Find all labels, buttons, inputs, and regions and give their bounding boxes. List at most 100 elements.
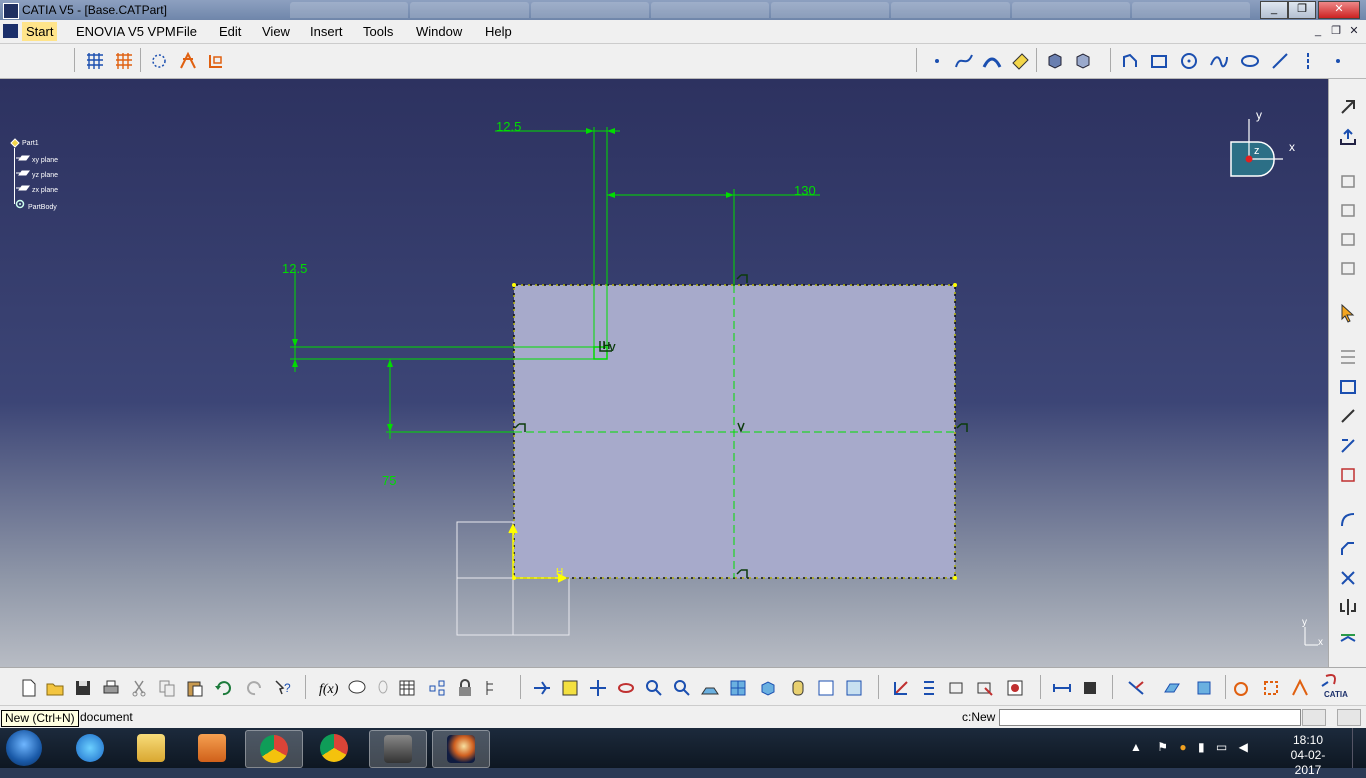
menu-start[interactable]: Start (22, 22, 58, 41)
rectangle-icon[interactable] (1147, 49, 1171, 73)
restore-button[interactable]: ❐ (1288, 1, 1316, 19)
menu-tools[interactable]: Tools (363, 24, 393, 39)
multi-view-icon[interactable] (726, 676, 750, 700)
constraint-dimension-icon[interactable] (1259, 676, 1283, 700)
iso-view-icon[interactable] (756, 676, 780, 700)
tray-expand-icon[interactable]: ▲ (1130, 740, 1142, 754)
dimension-left-offset[interactable]: 12.5 (282, 261, 307, 276)
catalog-icon[interactable] (425, 676, 449, 700)
copy-icon[interactable] (155, 676, 179, 700)
fillet-icon[interactable] (1336, 508, 1360, 532)
show-desktop-button[interactable] (1352, 728, 1366, 768)
minimize-button[interactable]: _ (1260, 1, 1288, 19)
cube-outline-icon[interactable] (1336, 169, 1360, 193)
zoom-in-icon[interactable] (642, 676, 666, 700)
conic-icon[interactable] (980, 49, 1004, 73)
taskbar-catia[interactable] (432, 730, 490, 768)
menu-edit[interactable]: Edit (219, 24, 241, 39)
export-icon[interactable] (1336, 125, 1360, 149)
3d-view-icon[interactable] (1192, 676, 1216, 700)
profile-projection-icon[interactable] (1008, 49, 1032, 73)
symmetry-icon[interactable] (1336, 595, 1360, 619)
arc-spline-icon[interactable] (1207, 49, 1231, 73)
menu-enovia[interactable]: ENOVIA V5 VPM (76, 24, 176, 39)
menu-insert[interactable]: Insert (310, 24, 343, 39)
taskbar-app-generic[interactable] (369, 730, 427, 768)
tray-antivirus-icon[interactable]: ● (1179, 740, 1186, 754)
swap-space-icon[interactable] (842, 676, 866, 700)
lock-icon[interactable] (453, 676, 477, 700)
3d-intersect-icon[interactable] (1071, 49, 1095, 73)
3d-element-icon[interactable] (1043, 49, 1067, 73)
redo-icon[interactable] (243, 676, 267, 700)
point-icon[interactable] (925, 49, 949, 73)
break-icon[interactable] (1336, 566, 1360, 590)
sketch-visualization-icon[interactable] (1124, 676, 1148, 700)
sketch-analysis-icon[interactable] (917, 676, 941, 700)
sketch-tools-icon[interactable] (1336, 345, 1360, 369)
corner-icon[interactable] (1336, 404, 1360, 428)
diagnostic-icon[interactable] (973, 676, 997, 700)
ellipse-icon[interactable] (1238, 49, 1262, 73)
3d-viewport[interactable]: Part1 xy plane yz plane zx plane PartBod… (0, 79, 1328, 667)
tray-network-icon[interactable]: ▭ (1216, 740, 1227, 754)
command-ok-button[interactable] (1302, 709, 1326, 726)
chamfer-icon[interactable] (1336, 537, 1360, 561)
hide-show-icon[interactable] (814, 676, 838, 700)
fly-mode-icon[interactable] (530, 676, 554, 700)
circle-icon[interactable] (1177, 49, 1201, 73)
taskbar-internet-explorer[interactable] (62, 730, 118, 766)
design-table-icon[interactable] (395, 676, 419, 700)
command-input[interactable] (999, 709, 1301, 726)
trim-icon[interactable] (1336, 434, 1360, 458)
rotate-icon[interactable] (614, 676, 638, 700)
mdi-minimize-button[interactable]: _ (1310, 24, 1326, 38)
mdi-close-button[interactable]: ✕ (1346, 24, 1362, 38)
image-icon[interactable] (1003, 676, 1027, 700)
operation-icon[interactable] (1336, 375, 1360, 399)
cut-part-by-plane-icon[interactable] (889, 676, 913, 700)
cube-outline-3-icon[interactable] (1336, 227, 1360, 251)
cut-icon[interactable] (127, 676, 151, 700)
fit-all-icon[interactable] (558, 676, 582, 700)
snap-to-point-icon[interactable] (112, 49, 136, 73)
tray-volume-icon[interactable]: ◀ (1239, 740, 1248, 754)
dimension-top-offset[interactable]: 12.5 (496, 119, 521, 134)
solving-mode-icon[interactable] (945, 676, 969, 700)
taskbar-chrome-2[interactable] (306, 730, 362, 766)
pan-icon[interactable] (586, 676, 610, 700)
dimension-horizontal-offset[interactable]: 130 (794, 183, 816, 198)
knowledge-icon[interactable] (345, 676, 369, 700)
cube-outline-2-icon[interactable] (1336, 198, 1360, 222)
taskbar-media-player[interactable] (184, 730, 240, 766)
dimension-vertical-offset[interactable]: 75 (382, 473, 396, 488)
formula-icon[interactable]: f(x) (317, 676, 341, 700)
whats-this-help-icon[interactable]: ? (271, 676, 295, 700)
axis-icon[interactable] (1296, 49, 1320, 73)
tray-flag-icon[interactable]: ⚑ (1157, 740, 1168, 754)
open-folder-icon[interactable] (43, 676, 67, 700)
dimensional-constraints-icon[interactable] (204, 49, 228, 73)
lamp-icon[interactable] (371, 676, 395, 700)
taskbar-clock[interactable]: 18:10 04-02-2017 (1278, 733, 1338, 778)
exit-workbench-icon[interactable] (1336, 95, 1360, 119)
undo-icon[interactable] (211, 676, 235, 700)
new-document-icon[interactable] (17, 676, 41, 700)
geometrical-constraints-icon[interactable] (176, 49, 200, 73)
menu-help[interactable]: Help (485, 24, 512, 39)
spline-icon[interactable] (952, 49, 976, 73)
render-style-icon[interactable] (786, 676, 810, 700)
construction-element-icon[interactable] (147, 49, 171, 73)
windows-start-button[interactable] (6, 730, 42, 766)
cube-outline-4-icon[interactable] (1336, 256, 1360, 280)
taskbar-chrome-1[interactable] (245, 730, 303, 768)
menu-view[interactable]: View (262, 24, 290, 39)
measure-icon[interactable] (1050, 676, 1074, 700)
project-3d-icon[interactable] (1336, 625, 1360, 649)
menu-file[interactable]: File (176, 24, 197, 39)
mirror-icon[interactable] (1336, 463, 1360, 487)
sketch-canvas[interactable]: H 12.5 130 12.5 75 H V y x z y x (0, 79, 1328, 667)
auto-constraint-icon[interactable] (1288, 676, 1312, 700)
paste-icon[interactable] (183, 676, 207, 700)
normal-view-icon[interactable] (698, 676, 722, 700)
